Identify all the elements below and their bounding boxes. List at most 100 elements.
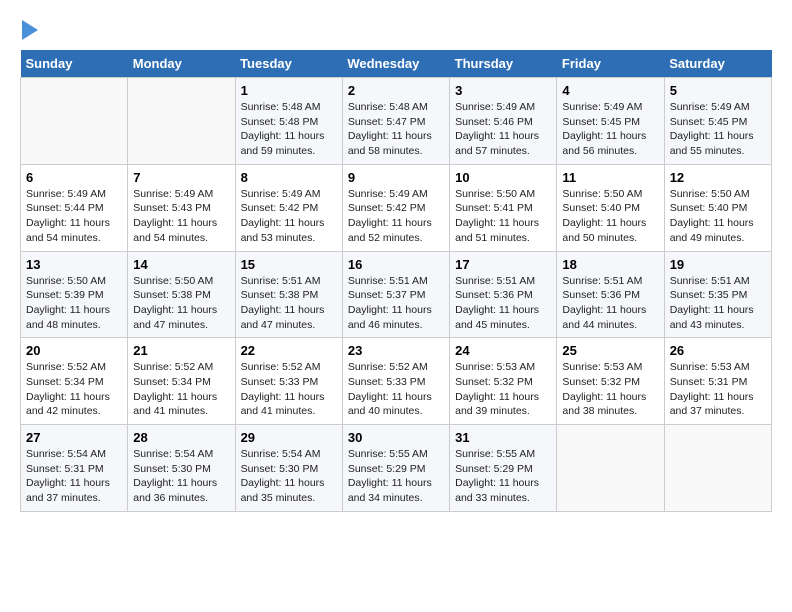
day-number: 13 bbox=[26, 257, 122, 272]
day-info: Sunrise: 5:49 AMSunset: 5:42 PMDaylight:… bbox=[348, 187, 444, 246]
day-info: Sunrise: 5:48 AMSunset: 5:48 PMDaylight:… bbox=[241, 100, 337, 159]
day-info: Sunrise: 5:51 AMSunset: 5:35 PMDaylight:… bbox=[670, 274, 766, 333]
calendar-cell: 29Sunrise: 5:54 AMSunset: 5:30 PMDayligh… bbox=[235, 425, 342, 512]
calendar-cell: 19 Sunrise: 5:51 AMSunset: 5:35 PMDayligh… bbox=[664, 251, 771, 338]
day-info: Sunrise: 5:52 AMSunset: 5:34 PMDaylight:… bbox=[26, 360, 122, 419]
header-cell-thursday: Thursday bbox=[450, 50, 557, 78]
day-number: 18 bbox=[562, 257, 658, 272]
calendar-cell: 7 Sunrise: 5:49 AMSunset: 5:43 PMDaylight… bbox=[128, 164, 235, 251]
day-info: Sunrise: 5:54 AMSunset: 5:30 PMDaylight:… bbox=[133, 447, 229, 506]
calendar-cell bbox=[21, 78, 128, 165]
day-info: Sunrise: 5:50 AMSunset: 5:41 PMDaylight:… bbox=[455, 187, 551, 246]
day-number: 21 bbox=[133, 343, 229, 358]
calendar-cell: 12Sunrise: 5:50 AMSunset: 5:40 PMDayligh… bbox=[664, 164, 771, 251]
calendar-cell: 5 Sunrise: 5:49 AMSunset: 5:45 PMDaylight… bbox=[664, 78, 771, 165]
day-info: Sunrise: 5:55 AMSunset: 5:29 PMDaylight:… bbox=[455, 447, 551, 506]
day-info: Sunrise: 5:52 AMSunset: 5:33 PMDaylight:… bbox=[348, 360, 444, 419]
day-info: Sunrise: 5:52 AMSunset: 5:33 PMDaylight:… bbox=[241, 360, 337, 419]
day-number: 17 bbox=[455, 257, 551, 272]
calendar-cell: 3 Sunrise: 5:49 AMSunset: 5:46 PMDaylight… bbox=[450, 78, 557, 165]
day-info: Sunrise: 5:51 AMSunset: 5:36 PMDaylight:… bbox=[455, 274, 551, 333]
calendar-cell: 16 Sunrise: 5:51 AMSunset: 5:37 PMDayligh… bbox=[342, 251, 449, 338]
header-cell-friday: Friday bbox=[557, 50, 664, 78]
day-info: Sunrise: 5:50 AMSunset: 5:40 PMDaylight:… bbox=[562, 187, 658, 246]
calendar-cell: 13Sunrise: 5:50 AMSunset: 5:39 PMDayligh… bbox=[21, 251, 128, 338]
day-number: 11 bbox=[562, 170, 658, 185]
header-cell-monday: Monday bbox=[128, 50, 235, 78]
day-number: 19 bbox=[670, 257, 766, 272]
day-info: Sunrise: 5:51 AMSunset: 5:36 PMDaylight:… bbox=[562, 274, 658, 333]
day-info: Sunrise: 5:51 AMSunset: 5:38 PMDaylight:… bbox=[241, 274, 337, 333]
day-info: Sunrise: 5:52 AMSunset: 5:34 PMDaylight:… bbox=[133, 360, 229, 419]
calendar-cell: 9 Sunrise: 5:49 AMSunset: 5:42 PMDaylight… bbox=[342, 164, 449, 251]
day-number: 24 bbox=[455, 343, 551, 358]
calendar-cell: 31 Sunrise: 5:55 AMSunset: 5:29 PMDayligh… bbox=[450, 425, 557, 512]
calendar-body: 1 Sunrise: 5:48 AMSunset: 5:48 PMDaylight… bbox=[21, 78, 772, 512]
day-number: 2 bbox=[348, 83, 444, 98]
week-row-5: 27 Sunrise: 5:54 AMSunset: 5:31 PMDayligh… bbox=[21, 425, 772, 512]
calendar-cell: 27 Sunrise: 5:54 AMSunset: 5:31 PMDayligh… bbox=[21, 425, 128, 512]
header-cell-saturday: Saturday bbox=[664, 50, 771, 78]
day-number: 1 bbox=[241, 83, 337, 98]
calendar-cell bbox=[557, 425, 664, 512]
day-info: Sunrise: 5:55 AMSunset: 5:29 PMDaylight:… bbox=[348, 447, 444, 506]
calendar-cell: 24 Sunrise: 5:53 AMSunset: 5:32 PMDayligh… bbox=[450, 338, 557, 425]
day-info: Sunrise: 5:53 AMSunset: 5:32 PMDaylight:… bbox=[562, 360, 658, 419]
day-number: 3 bbox=[455, 83, 551, 98]
day-info: Sunrise: 5:49 AMSunset: 5:46 PMDaylight:… bbox=[455, 100, 551, 159]
day-info: Sunrise: 5:53 AMSunset: 5:32 PMDaylight:… bbox=[455, 360, 551, 419]
day-number: 23 bbox=[348, 343, 444, 358]
calendar-cell: 6 Sunrise: 5:49 AMSunset: 5:44 PMDaylight… bbox=[21, 164, 128, 251]
day-info: Sunrise: 5:54 AMSunset: 5:31 PMDaylight:… bbox=[26, 447, 122, 506]
day-info: Sunrise: 5:49 AMSunset: 5:45 PMDaylight:… bbox=[562, 100, 658, 159]
day-number: 9 bbox=[348, 170, 444, 185]
day-number: 16 bbox=[348, 257, 444, 272]
day-number: 25 bbox=[562, 343, 658, 358]
calendar-cell: 8 Sunrise: 5:49 AMSunset: 5:42 PMDaylight… bbox=[235, 164, 342, 251]
calendar-cell: 20Sunrise: 5:52 AMSunset: 5:34 PMDayligh… bbox=[21, 338, 128, 425]
day-number: 10 bbox=[455, 170, 551, 185]
calendar-cell bbox=[128, 78, 235, 165]
day-info: Sunrise: 5:49 AMSunset: 5:45 PMDaylight:… bbox=[670, 100, 766, 159]
day-number: 14 bbox=[133, 257, 229, 272]
header-cell-tuesday: Tuesday bbox=[235, 50, 342, 78]
week-row-3: 13Sunrise: 5:50 AMSunset: 5:39 PMDayligh… bbox=[21, 251, 772, 338]
calendar-cell: 4 Sunrise: 5:49 AMSunset: 5:45 PMDaylight… bbox=[557, 78, 664, 165]
calendar-cell: 23 Sunrise: 5:52 AMSunset: 5:33 PMDayligh… bbox=[342, 338, 449, 425]
calendar-cell: 17 Sunrise: 5:51 AMSunset: 5:36 PMDayligh… bbox=[450, 251, 557, 338]
calendar-cell: 30Sunrise: 5:55 AMSunset: 5:29 PMDayligh… bbox=[342, 425, 449, 512]
calendar-cell: 21 Sunrise: 5:52 AMSunset: 5:34 PMDayligh… bbox=[128, 338, 235, 425]
day-number: 5 bbox=[670, 83, 766, 98]
calendar-cell: 2 Sunrise: 5:48 AMSunset: 5:47 PMDaylight… bbox=[342, 78, 449, 165]
calendar-cell: 26 Sunrise: 5:53 AMSunset: 5:31 PMDayligh… bbox=[664, 338, 771, 425]
day-info: Sunrise: 5:49 AMSunset: 5:42 PMDaylight:… bbox=[241, 187, 337, 246]
day-info: Sunrise: 5:49 AMSunset: 5:44 PMDaylight:… bbox=[26, 187, 122, 246]
day-number: 31 bbox=[455, 430, 551, 445]
calendar-cell: 10 Sunrise: 5:50 AMSunset: 5:41 PMDayligh… bbox=[450, 164, 557, 251]
day-info: Sunrise: 5:49 AMSunset: 5:43 PMDaylight:… bbox=[133, 187, 229, 246]
calendar-cell: 1 Sunrise: 5:48 AMSunset: 5:48 PMDaylight… bbox=[235, 78, 342, 165]
page-header bbox=[20, 20, 772, 40]
week-row-1: 1 Sunrise: 5:48 AMSunset: 5:48 PMDaylight… bbox=[21, 78, 772, 165]
day-number: 22 bbox=[241, 343, 337, 358]
calendar-cell bbox=[664, 425, 771, 512]
day-number: 8 bbox=[241, 170, 337, 185]
day-info: Sunrise: 5:48 AMSunset: 5:47 PMDaylight:… bbox=[348, 100, 444, 159]
calendar-cell: 22 Sunrise: 5:52 AMSunset: 5:33 PMDayligh… bbox=[235, 338, 342, 425]
calendar-cell: 18 Sunrise: 5:51 AMSunset: 5:36 PMDayligh… bbox=[557, 251, 664, 338]
day-number: 4 bbox=[562, 83, 658, 98]
calendar-cell: 25 Sunrise: 5:53 AMSunset: 5:32 PMDayligh… bbox=[557, 338, 664, 425]
day-info: Sunrise: 5:53 AMSunset: 5:31 PMDaylight:… bbox=[670, 360, 766, 419]
calendar-header: SundayMondayTuesdayWednesdayThursdayFrid… bbox=[21, 50, 772, 78]
logo-arrow-icon bbox=[22, 20, 38, 40]
day-info: Sunrise: 5:51 AMSunset: 5:37 PMDaylight:… bbox=[348, 274, 444, 333]
day-number: 29 bbox=[241, 430, 337, 445]
header-cell-sunday: Sunday bbox=[21, 50, 128, 78]
day-number: 26 bbox=[670, 343, 766, 358]
week-row-4: 20Sunrise: 5:52 AMSunset: 5:34 PMDayligh… bbox=[21, 338, 772, 425]
day-number: 27 bbox=[26, 430, 122, 445]
day-number: 7 bbox=[133, 170, 229, 185]
week-row-2: 6 Sunrise: 5:49 AMSunset: 5:44 PMDaylight… bbox=[21, 164, 772, 251]
day-number: 6 bbox=[26, 170, 122, 185]
day-number: 15 bbox=[241, 257, 337, 272]
